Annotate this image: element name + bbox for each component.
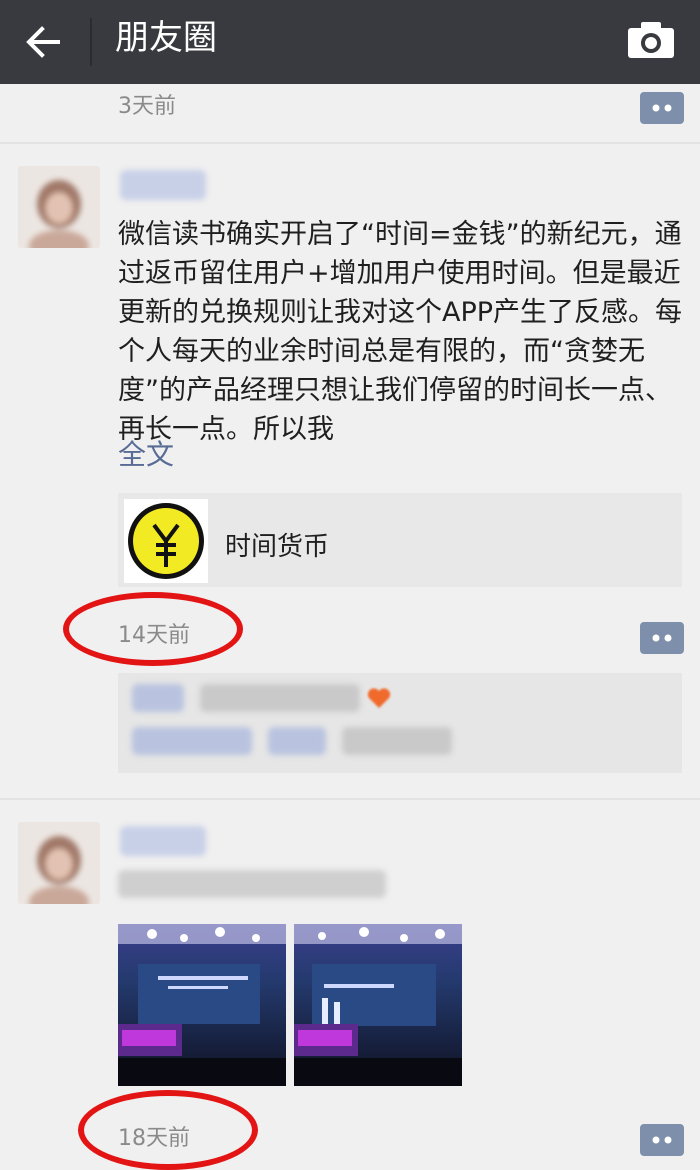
comment-icon: [640, 1124, 684, 1156]
stage-photo: [118, 924, 286, 1086]
comment-author[interactable]: [132, 684, 184, 712]
comment-icon: [640, 622, 684, 654]
comment-icon: [640, 92, 684, 124]
arrow-left-icon: [26, 26, 60, 58]
comment-text: [342, 727, 452, 755]
avatar[interactable]: [18, 822, 100, 904]
comment-author[interactable]: [132, 727, 252, 755]
camera-icon: [628, 22, 674, 58]
heart-emoji-icon: [366, 686, 392, 710]
post-photo[interactable]: [294, 924, 462, 1086]
post-text: 微信读书确实开启了“时间=金钱”的新纪元，通过返币留住用户+增加用户使用时间。但…: [118, 219, 683, 445]
comment-button[interactable]: [640, 92, 684, 124]
post-time: 3天前: [118, 94, 176, 119]
page-title: 朋友圈: [115, 18, 217, 58]
comment-button[interactable]: [640, 1124, 684, 1156]
comment-button[interactable]: [640, 622, 684, 654]
avatar-image: [18, 822, 100, 904]
post-separator: [0, 798, 700, 800]
avatar-image: [18, 166, 100, 248]
top-bar: [0, 0, 700, 84]
full-text-link[interactable]: 全文: [118, 433, 174, 473]
author-name[interactable]: [120, 826, 206, 856]
post-text: [118, 870, 386, 898]
link-card-title: 时间货币: [225, 532, 330, 562]
stage-photo: [294, 924, 462, 1086]
post-separator: [0, 142, 700, 144]
link-card-thumbnail: [124, 499, 208, 583]
red-annotation-circle: [63, 592, 243, 666]
comment-text: [200, 684, 360, 712]
camera-button[interactable]: [624, 16, 678, 64]
yen-coin-icon: [128, 503, 204, 579]
comment-reply-to[interactable]: [268, 727, 326, 755]
avatar[interactable]: [18, 166, 100, 248]
header-divider: [90, 18, 92, 66]
red-annotation-circle: [78, 1090, 258, 1170]
author-name[interactable]: [120, 170, 206, 200]
post-photo[interactable]: [118, 924, 286, 1086]
back-button[interactable]: [18, 16, 70, 68]
